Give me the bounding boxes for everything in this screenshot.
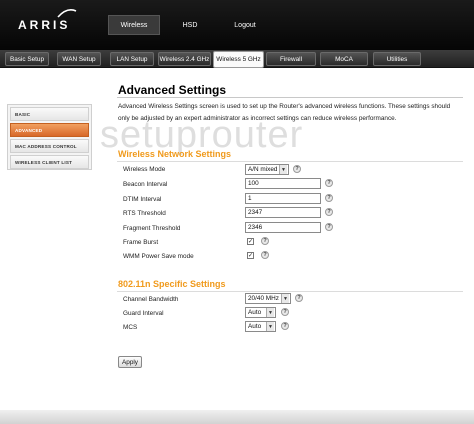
page-title: Advanced Settings: [118, 83, 227, 97]
left-menu-item-mac-address-control[interactable]: MAC ADDRESS CONTROL: [10, 139, 89, 153]
left-menu-item-advanced[interactable]: ADVANCED: [10, 123, 89, 137]
help-icon[interactable]: ?: [295, 294, 303, 302]
help-icon[interactable]: ?: [281, 308, 289, 316]
footer-bar: [0, 410, 474, 424]
help-icon[interactable]: ?: [293, 165, 301, 173]
mcs-label: MCS: [123, 324, 138, 331]
left-menu-item-basic[interactable]: BASIC: [10, 107, 89, 121]
beacon-interval-input[interactable]: 100: [245, 178, 321, 189]
subtab-wireless-5ghz[interactable]: Wireless 5 GHz: [213, 51, 264, 68]
help-icon[interactable]: ?: [261, 237, 269, 245]
help-icon[interactable]: ?: [325, 223, 333, 231]
wireless-mode-select[interactable]: A/N mixed ▼: [245, 164, 289, 175]
sub-nav: Basic Setup WAN Setup LAN Setup Wireless…: [0, 50, 474, 68]
router-admin-page: ARRIS Wireless HSD Logout Basic Setup WA…: [0, 0, 474, 424]
dtim-interval-input[interactable]: 1: [245, 193, 321, 204]
top-tab-logout[interactable]: Logout: [220, 15, 270, 35]
top-nav: Wireless HSD Logout: [108, 15, 276, 35]
top-tab-hsd[interactable]: HSD: [166, 15, 214, 35]
fragment-threshold-input[interactable]: 2346: [245, 222, 321, 233]
channel-bandwidth-label: Channel Bandwidth: [123, 296, 179, 303]
section-title-wireless-network: Wireless Network Settings: [118, 149, 231, 159]
page-description: Advanced Wireless Settings screen is use…: [118, 103, 451, 122]
subtab-wan-setup[interactable]: WAN Setup: [57, 52, 101, 66]
frame-burst-checkbox[interactable]: ✓: [247, 238, 254, 245]
channel-bandwidth-select[interactable]: 20/40 MHz ▼: [245, 293, 291, 304]
wmm-power-save-label: WMM Power Save mode: [123, 253, 194, 260]
top-tab-wireless[interactable]: Wireless: [108, 15, 160, 35]
rts-threshold-label: RTS Threshold: [123, 210, 166, 217]
chevron-down-icon: ▼: [266, 322, 274, 331]
header-bar: ARRIS Wireless HSD Logout: [0, 0, 474, 50]
arris-logo-swoosh-icon: [57, 9, 77, 18]
wireless-mode-value: A/N mixed: [248, 166, 278, 173]
chevron-down-icon: ▼: [266, 308, 274, 317]
subtab-basic-setup[interactable]: Basic Setup: [5, 52, 49, 66]
mcs-value: Auto: [248, 323, 262, 330]
section-divider: [117, 161, 463, 162]
rts-threshold-input[interactable]: 2347: [245, 207, 321, 218]
help-icon[interactable]: ?: [325, 194, 333, 202]
left-menu: BASIC ADVANCED MAC ADDRESS CONTROL WIREL…: [7, 104, 92, 170]
beacon-interval-label: Beacon Interval: [123, 181, 168, 188]
help-icon[interactable]: ?: [261, 251, 269, 259]
chevron-down-icon: ▼: [279, 165, 287, 174]
subtab-lan-setup[interactable]: LAN Setup: [110, 52, 154, 66]
help-icon[interactable]: ?: [281, 322, 289, 330]
left-menu-item-wireless-client-list[interactable]: WIRELESS CLIENT LIST: [10, 155, 89, 169]
arris-logo: ARRIS: [18, 18, 71, 32]
mcs-select[interactable]: Auto ▼: [245, 321, 276, 332]
fragment-threshold-label: Fragment Threshold: [123, 225, 181, 232]
subtab-utilities[interactable]: Utilities: [373, 52, 421, 66]
help-icon[interactable]: ?: [325, 208, 333, 216]
title-divider: [117, 97, 463, 98]
guard-interval-label: Guard Interval: [123, 310, 164, 317]
subtab-firewall[interactable]: Firewall: [266, 52, 316, 66]
subtab-moca[interactable]: MoCA: [320, 52, 368, 66]
apply-button[interactable]: Apply: [118, 356, 142, 368]
guard-interval-value: Auto: [248, 309, 262, 316]
help-icon[interactable]: ?: [325, 179, 333, 187]
wireless-mode-label: Wireless Mode: [123, 166, 166, 173]
section-title-802-11n: 802.11n Specific Settings: [118, 279, 226, 289]
subtab-wireless-2-4ghz[interactable]: Wireless 2.4 GHz: [158, 52, 211, 66]
chevron-down-icon: ▼: [281, 294, 289, 303]
channel-bandwidth-value: 20/40 MHz: [248, 295, 279, 302]
section-divider: [117, 291, 463, 292]
wmm-power-save-checkbox[interactable]: ✓: [247, 252, 254, 259]
frame-burst-label: Frame Burst: [123, 239, 159, 246]
dtim-interval-label: DTIM Interval: [123, 196, 162, 203]
guard-interval-select[interactable]: Auto ▼: [245, 307, 276, 318]
